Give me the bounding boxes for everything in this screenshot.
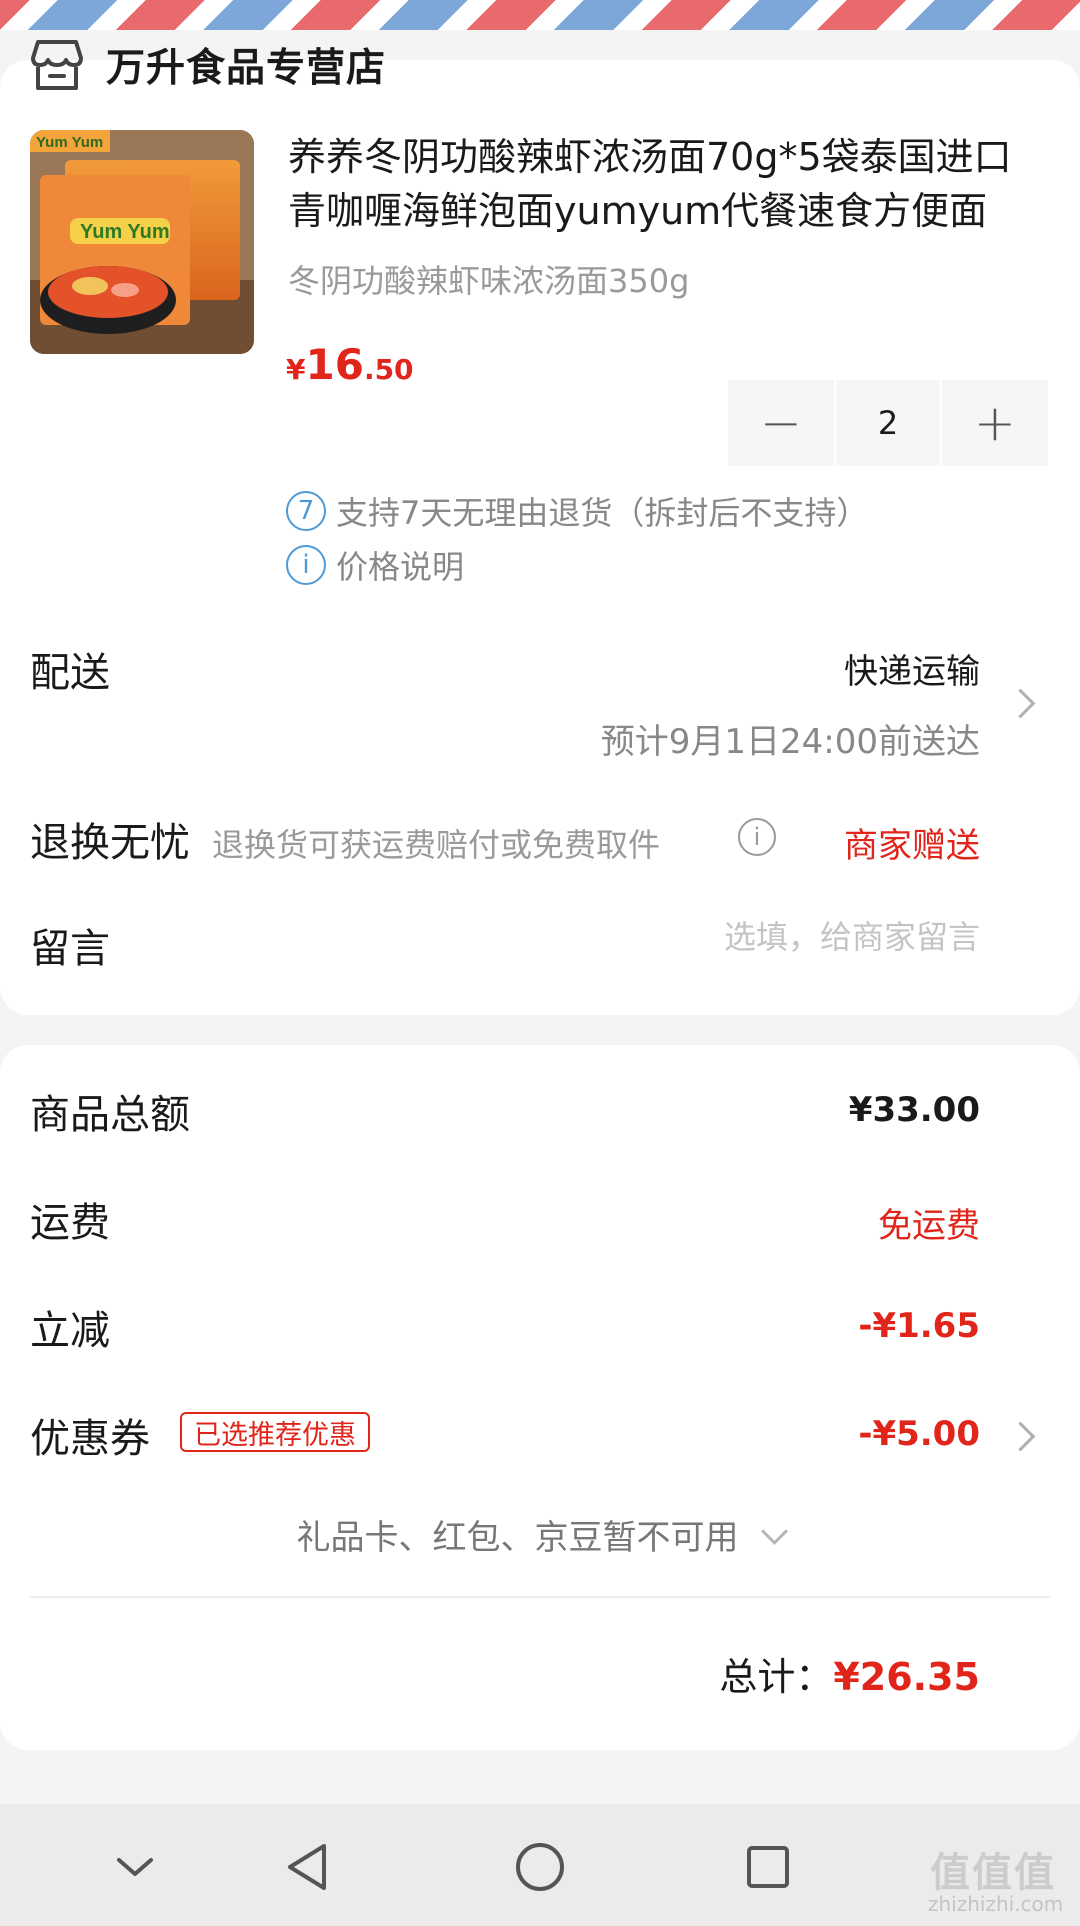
decrease-button[interactable]: −: [728, 380, 834, 466]
product-title[interactable]: 养养冬阴功酸辣虾浓汤面70g*5袋泰国进口青咖喱海鲜泡面yumyum代餐速食方便…: [288, 130, 1048, 238]
delivery-eta[interactable]: 预计9月1日24:00前送达: [601, 714, 980, 763]
shipping-label: 运费: [30, 1200, 110, 1246]
chevron-down-icon: [760, 1518, 788, 1545]
return-service-label: 退换无忧: [30, 820, 190, 866]
discount-label: 立减: [30, 1308, 110, 1354]
watermark: 值值值: [930, 1850, 1056, 1896]
system-nav-bar: [0, 1804, 1080, 1926]
store-name: 万升食品专营店: [106, 46, 387, 91]
unavailable-payments[interactable]: 礼品卡、红包、京豆暂不可用: [0, 1510, 1080, 1559]
discount-value: -¥1.65: [858, 1306, 980, 1346]
shipping-value: 免运费: [878, 1206, 980, 1246]
delivery-label: 配送: [30, 650, 110, 696]
note-label: 留言: [30, 926, 110, 972]
svg-text:Yum Yum: Yum Yum: [80, 221, 170, 243]
order-total: 总计：¥26.35: [719, 1646, 980, 1701]
product-spec: 冬阴功酸辣虾味浓汤面350g: [288, 262, 690, 300]
price-explanation[interactable]: i 价格说明: [286, 542, 464, 588]
product-image[interactable]: Yum Yum Yum Yum: [30, 130, 254, 354]
store-icon: [31, 40, 83, 90]
coupon-badge: 已选推荐优惠: [180, 1412, 370, 1452]
total-label: 总计：: [719, 1655, 834, 1699]
price-explanation-text: 价格说明: [336, 548, 465, 586]
store-header[interactable]: 万升食品专营店: [30, 35, 386, 95]
home-icon[interactable]: [505, 1832, 575, 1902]
hide-keyboard-icon[interactable]: [100, 1832, 170, 1902]
airmail-border: [0, 0, 1080, 30]
back-icon[interactable]: [272, 1832, 342, 1902]
return-policy-text: 支持7天无理由退货（拆封后不支持）: [336, 494, 869, 532]
increase-button[interactable]: +: [942, 380, 1048, 466]
svg-text:Yum Yum: Yum Yum: [36, 134, 103, 151]
divider: [30, 1596, 1050, 1598]
note-input[interactable]: [560, 918, 980, 956]
summary-card: [0, 1045, 1080, 1750]
recent-apps-icon[interactable]: [733, 1832, 803, 1902]
goods-total-label: 商品总额: [30, 1092, 190, 1138]
coupon-label: 优惠券: [30, 1416, 150, 1462]
unavailable-text: 礼品卡、红包、京豆暂不可用: [296, 1518, 739, 1558]
product-price: ¥16.50: [286, 340, 414, 389]
info-icon[interactable]: i: [738, 818, 776, 856]
delivery-method[interactable]: 快递运输: [844, 644, 980, 693]
total-value: ¥26.35: [833, 1655, 980, 1699]
seven-day-icon: 7: [286, 491, 326, 531]
info-icon: i: [286, 545, 326, 585]
coupon-value[interactable]: -¥5.00: [858, 1414, 980, 1454]
return-policy[interactable]: 7 支持7天无理由退货（拆封后不支持）: [286, 488, 868, 534]
watermark-url: zhizhizhi.com: [928, 1892, 1064, 1916]
return-service-value: 商家赠送: [844, 826, 980, 866]
quantity-stepper: − 2 +: [728, 380, 1048, 466]
goods-total-value: ¥33.00: [848, 1090, 980, 1130]
quantity-value[interactable]: 2: [836, 380, 940, 466]
return-service-desc: 退换货可获运费赔付或免费取件: [212, 826, 661, 864]
